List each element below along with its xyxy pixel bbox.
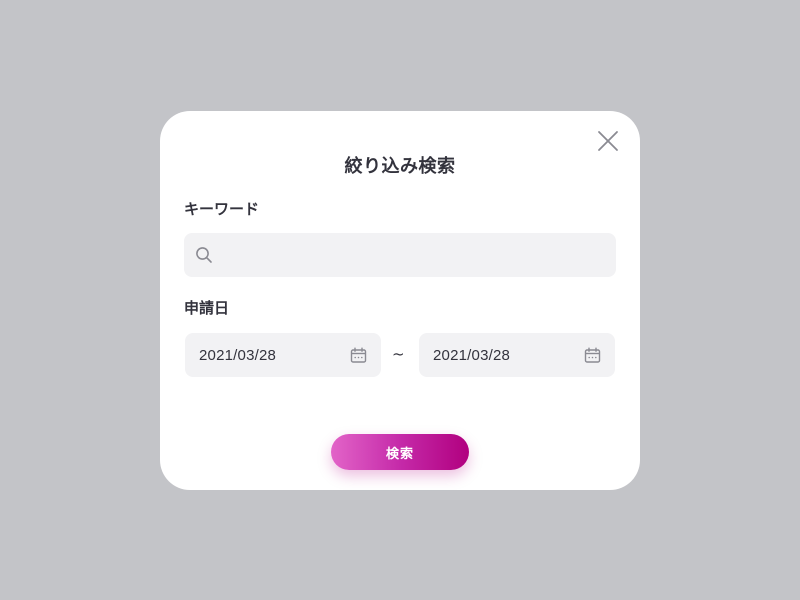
keyword-label: キーワード (184, 200, 260, 218)
date-to-field[interactable]: 2021/03/28 (419, 333, 615, 377)
date-from-value: 2021/03/28 (199, 346, 277, 364)
keyword-search-field[interactable] (184, 232, 616, 278)
calendar-icon[interactable] (583, 346, 601, 364)
search-button[interactable]: 検索 (331, 434, 469, 470)
calendar-icon[interactable] (349, 346, 367, 364)
application-date-label: 申請日 (184, 299, 230, 317)
date-from-field[interactable]: 2021/03/28 (185, 333, 381, 377)
filter-search-modal: 絞り込み検索 キーワード 申請日 2021/03/28 ~ 2021/03/28… (160, 111, 640, 490)
search-icon (195, 246, 213, 264)
date-to-value: 2021/03/28 (433, 346, 511, 364)
search-button-label: 検索 (385, 446, 414, 462)
keyword-input[interactable] (221, 232, 604, 278)
date-range-separator: ~ (392, 345, 405, 363)
modal-title: 絞り込み検索 (344, 156, 456, 177)
